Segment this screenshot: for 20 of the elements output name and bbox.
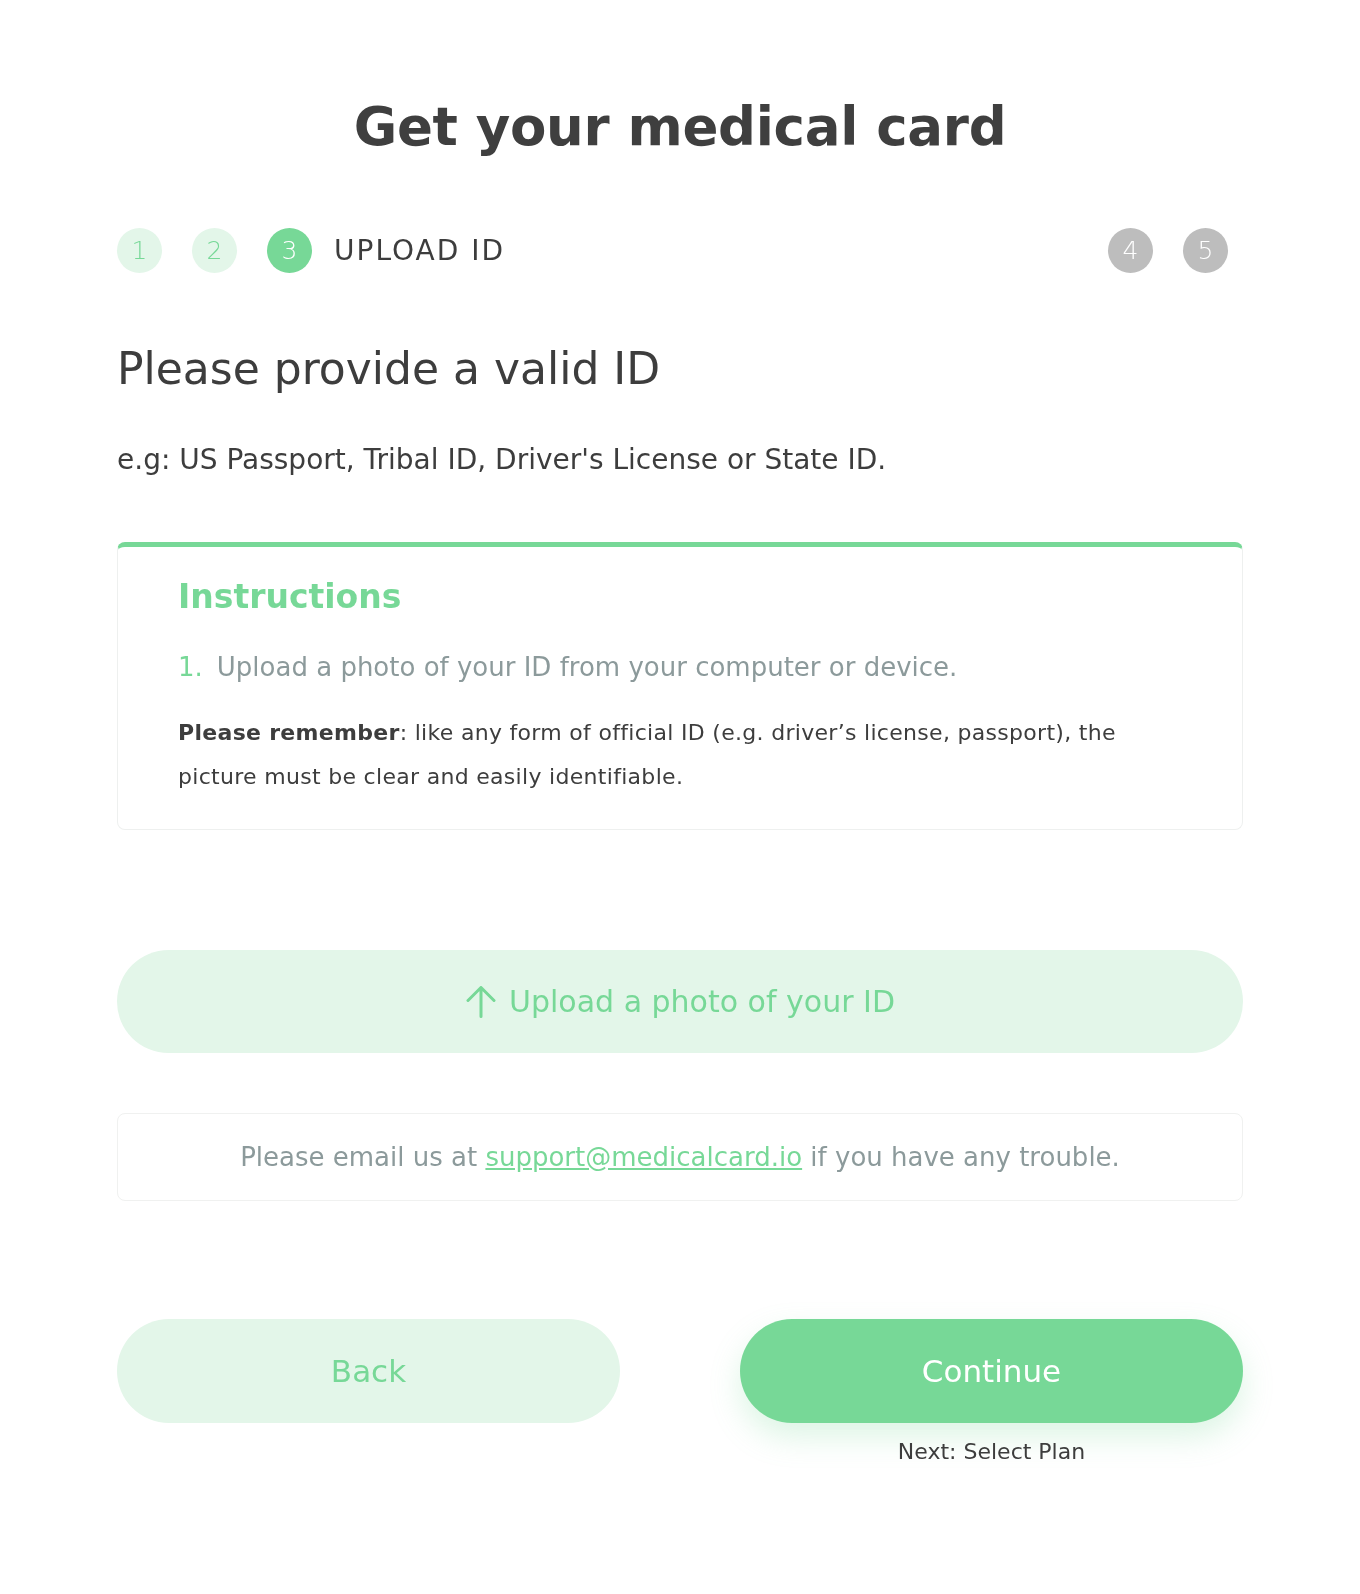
step-number: 3	[267, 228, 312, 273]
step-number: 1	[117, 228, 162, 273]
list-number: 1.	[178, 651, 203, 684]
back-button[interactable]: Back	[117, 1319, 620, 1423]
section-description: e.g: US Passport, Tribal ID, Driver's License or State ID.	[117, 442, 888, 478]
page-title: Get your medical card	[352, 95, 1008, 159]
reminder-text: Please remember: like any form of official ID (e.g. driver’s license, passport), the picture must be clear and easily identifiable.	[178, 719, 1117, 791]
section-heading: Please provide a valid ID	[117, 343, 662, 395]
arrow-up-icon	[465, 985, 497, 1018]
step-number: 5	[1183, 228, 1228, 273]
step-number: 4	[1108, 228, 1153, 273]
list-text: Upload a photo of your ID from your computer or device.	[216, 651, 958, 684]
card-title: Instructions	[178, 576, 403, 618]
email-link[interactable]: support@medicalcard.io	[485, 1141, 803, 1172]
continue-button[interactable]: Continue	[740, 1319, 1243, 1423]
step-number: 2	[192, 228, 237, 273]
upload-button[interactable]: Upload a photo of your ID	[117, 950, 1243, 1053]
help-text: Please email us at support@medicalcard.io if you have any trouble.	[240, 1140, 1120, 1174]
next-step-hint: Next: Select Plan	[897, 1438, 1086, 1466]
step-label: UPLOAD ID	[334, 232, 505, 269]
